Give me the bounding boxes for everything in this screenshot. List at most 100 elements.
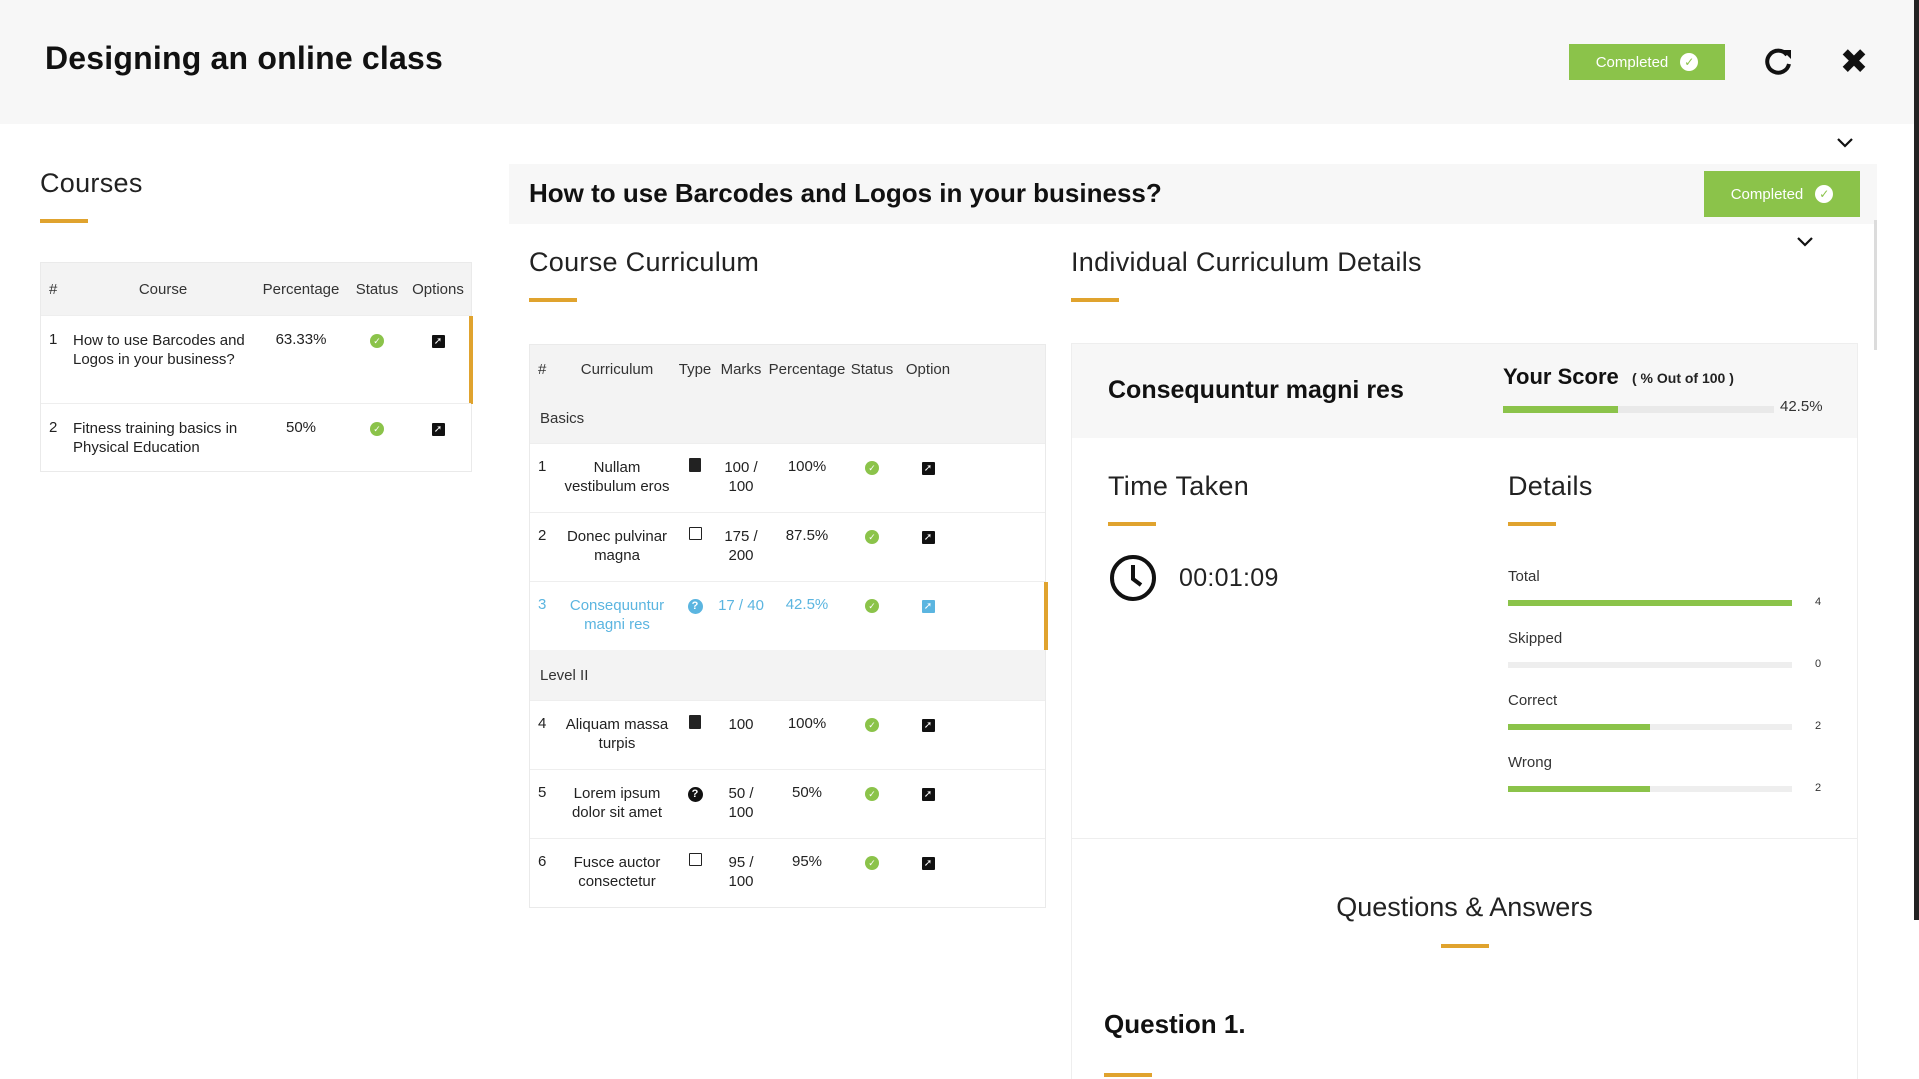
completed-button[interactable]: Completed ✓ bbox=[1569, 44, 1725, 80]
curriculum-row-active[interactable]: 3 Consequuntur magni res ? 17 / 40 42.5%… bbox=[530, 581, 1048, 650]
course-name: How to use Barcodes and Logos in your bu… bbox=[73, 332, 245, 368]
open-link-icon[interactable]: ➚ bbox=[921, 600, 935, 613]
questions-answers-heading: Questions & Answers bbox=[1336, 892, 1593, 922]
curriculum-number: 6 bbox=[538, 853, 547, 870]
curriculum-number: 2 bbox=[538, 527, 547, 544]
question-title: Question 1. bbox=[1104, 1009, 1246, 1039]
details-subheading: Details bbox=[1508, 471, 1593, 501]
courses-table-header: # Course Percentage Status Options bbox=[41, 263, 471, 315]
curriculum-marks: 95 / 100 bbox=[728, 854, 754, 890]
score-subtitle: ( % Out of 100 ) bbox=[1632, 370, 1734, 386]
stat-label-wrong: Wrong bbox=[1508, 754, 1552, 771]
question-icon: ? bbox=[687, 787, 703, 802]
stat-fill-total bbox=[1508, 600, 1792, 606]
page-title: Designing an online class bbox=[45, 40, 443, 76]
book-icon bbox=[689, 458, 701, 472]
status-check-icon: ✓ bbox=[865, 856, 879, 870]
clock-icon bbox=[1110, 555, 1156, 601]
curriculum-marks: 100 / 100 bbox=[724, 459, 758, 495]
curriculum-name: Nullam vestibulum eros bbox=[564, 459, 670, 495]
open-link-icon[interactable]: ➚ bbox=[921, 857, 935, 870]
stat-bar-correct bbox=[1508, 724, 1792, 730]
chevron-down-icon[interactable] bbox=[1795, 235, 1815, 249]
curriculum-name: Lorem ipsum dolor sit amet bbox=[571, 785, 663, 821]
stat-fill-correct bbox=[1508, 724, 1650, 730]
curriculum-percentage: 100% bbox=[787, 458, 827, 475]
refresh-icon bbox=[1765, 48, 1791, 75]
course-row[interactable]: 2 Fitness training basics in Physical Ed… bbox=[41, 403, 471, 471]
curriculum-table: # Curriculum Type Marks Percentage Statu… bbox=[529, 344, 1048, 908]
stat-bar-wrong bbox=[1508, 786, 1792, 792]
col-curriculum: Curriculum bbox=[580, 360, 654, 378]
curriculum-marks: 100 bbox=[728, 716, 754, 733]
curriculum-row[interactable]: 4 Aliquam massa turpis 100 100% ✓ ➚ bbox=[530, 700, 1045, 769]
completed-label: Completed bbox=[1595, 53, 1669, 71]
stat-label-skipped: Skipped bbox=[1508, 630, 1563, 647]
stat-bar-total bbox=[1508, 600, 1792, 606]
stat-value-total: 4 bbox=[1815, 596, 1822, 608]
stat-label-total: Total bbox=[1508, 568, 1540, 585]
open-link-icon[interactable]: ➚ bbox=[921, 462, 935, 475]
curriculum-number: 4 bbox=[538, 715, 547, 732]
course-percentage: 50% bbox=[285, 419, 317, 436]
stat-fill-wrong bbox=[1508, 786, 1650, 792]
stat-value-skipped: 0 bbox=[1815, 658, 1822, 670]
curriculum-name[interactable]: Consequuntur magni res bbox=[560, 596, 674, 650]
courses-table: # Course Percentage Status Options 1 How… bbox=[40, 262, 473, 472]
details-heading-underline bbox=[1071, 298, 1119, 302]
status-check-icon: ✓ bbox=[865, 599, 879, 613]
status-check-icon: ✓ bbox=[865, 718, 879, 732]
active-row-indicator bbox=[1044, 582, 1048, 650]
curriculum-marks: 50 / 100 bbox=[728, 785, 754, 821]
open-link-icon[interactable]: ➚ bbox=[921, 531, 935, 544]
close-button[interactable]: ✖ bbox=[1836, 44, 1872, 80]
time-taken-value: 00:01:09 bbox=[1179, 564, 1279, 592]
curriculum-marks: 17 / 40 bbox=[718, 597, 764, 614]
col-number: # bbox=[538, 360, 547, 378]
curriculum-row[interactable]: 5 Lorem ipsum dolor sit amet ? 50 / 100 … bbox=[530, 769, 1045, 838]
score-progress-track bbox=[1503, 406, 1774, 413]
book-icon bbox=[689, 715, 701, 729]
course-header: How to use Barcodes and Logos in your bu… bbox=[509, 164, 1877, 224]
stat-value-correct: 2 bbox=[1815, 720, 1822, 732]
curriculum-row[interactable]: 2 Donec pulvinar magna 175 / 200 87.5% ✓… bbox=[530, 512, 1045, 581]
curriculum-number: 5 bbox=[538, 784, 547, 801]
chevron-down-icon[interactable] bbox=[1835, 136, 1855, 150]
curriculum-row[interactable]: 1 Nullam vestibulum eros 100 / 100 100% … bbox=[530, 443, 1045, 512]
curriculum-detail-card: Consequuntur magni res Your Score ( % Ou… bbox=[1071, 343, 1858, 1079]
open-link-icon[interactable]: ➚ bbox=[431, 335, 445, 348]
check-circle-icon: ✓ bbox=[1815, 185, 1834, 203]
curriculum-percentage: 95% bbox=[791, 853, 823, 870]
status-check-icon: ✓ bbox=[370, 334, 384, 348]
curriculum-name: Aliquam massa turpis bbox=[565, 716, 669, 752]
refresh-button[interactable] bbox=[1758, 42, 1798, 82]
curriculum-name: Fusce auctor consectetur bbox=[573, 854, 661, 890]
close-icon: ✖ bbox=[1839, 43, 1869, 81]
curriculum-name: Donec pulvinar magna bbox=[566, 528, 668, 564]
score-percent: 42.5% bbox=[1780, 398, 1823, 415]
open-link-icon[interactable]: ➚ bbox=[921, 719, 935, 732]
course-row[interactable]: 1 How to use Barcodes and Logos in your … bbox=[41, 315, 473, 404]
scrollbar[interactable] bbox=[1874, 220, 1877, 350]
col-option: Option bbox=[905, 360, 951, 378]
question-underline bbox=[1104, 1073, 1152, 1077]
open-link-icon[interactable]: ➚ bbox=[921, 788, 935, 801]
col-type: Type bbox=[678, 360, 712, 378]
stat-value-wrong: 2 bbox=[1815, 782, 1822, 794]
curriculum-percentage: 87.5% bbox=[785, 527, 829, 544]
course-completed-button[interactable]: Completed ✓ bbox=[1704, 171, 1860, 217]
open-link-icon[interactable]: ➚ bbox=[431, 423, 445, 436]
curriculum-table-header: # Curriculum Type Marks Percentage Statu… bbox=[530, 345, 1045, 393]
col-marks: Marks bbox=[720, 360, 762, 378]
col-percentage: Percentage bbox=[768, 360, 846, 378]
curriculum-number: 1 bbox=[538, 458, 547, 475]
curriculum-row[interactable]: 6 Fusce auctor consectetur 95 / 100 95% … bbox=[530, 838, 1045, 907]
qa-heading-underline bbox=[1441, 944, 1489, 948]
course-name: Fitness training basics in Physical Educ… bbox=[73, 420, 238, 456]
section-divider bbox=[1072, 838, 1857, 839]
course-number: 2 bbox=[49, 419, 58, 436]
curriculum-percentage: 100% bbox=[787, 715, 827, 732]
details-subheading-underline bbox=[1508, 522, 1556, 526]
status-check-icon: ✓ bbox=[865, 530, 879, 544]
col-status: Status bbox=[355, 280, 399, 298]
